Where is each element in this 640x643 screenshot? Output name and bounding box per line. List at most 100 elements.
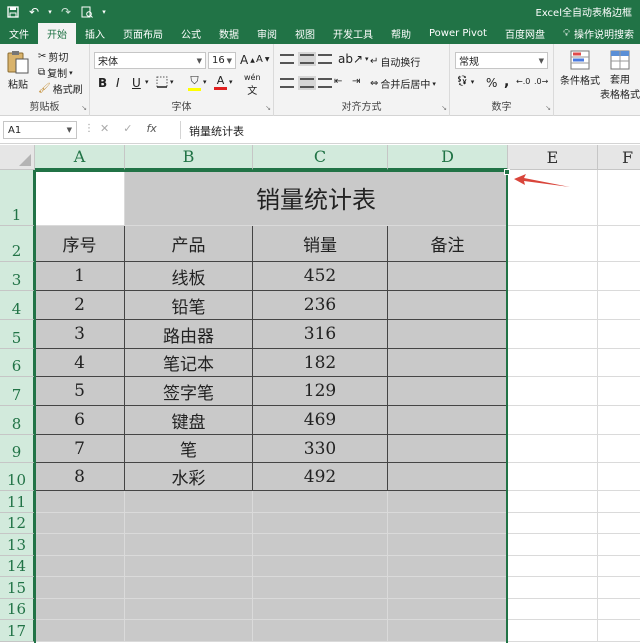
cell[interactable] [35,491,125,513]
underline-button[interactable]: U [132,76,141,90]
tab-baidu-netdisk[interactable]: 百度网盘 [496,23,554,44]
column-header-c[interactable]: C [253,145,388,170]
table-cell[interactable] [388,262,508,291]
table-cell[interactable] [388,377,508,406]
table-cell[interactable]: 316 [253,320,388,349]
tell-me-search[interactable]: 💡︎ 操作说明搜索 [554,23,640,44]
fill-handle[interactable] [504,169,510,175]
accounting-format-button[interactable]: 💱︎ ▾ [456,76,474,87]
worksheet-grid[interactable]: A B C D E F 1 2 3 4 5 6 7 8 9 10 11 12 13 14 15 16 17 销量统计表 序号 产品… [0,145,640,643]
row-header-8[interactable]: 8 [0,406,35,435]
row-header-12[interactable]: 12 [0,513,35,534]
cell[interactable] [388,556,508,577]
paste-button[interactable]: 粘贴 [6,49,30,91]
undo-icon[interactable]: ↶ [25,3,43,20]
formula-input[interactable]: 销量统计表 [180,121,640,139]
cell[interactable] [253,599,388,620]
tab-power-pivot[interactable]: Power Pivot [420,23,496,44]
table-header-cell[interactable]: 销量 [253,226,388,262]
cell[interactable] [388,577,508,599]
cell[interactable] [598,377,640,406]
table-cell[interactable]: 1 [35,262,125,291]
cell[interactable] [598,262,640,291]
increase-indent-button[interactable]: ⇥ [352,76,360,87]
table-cell[interactable]: 线板 [125,262,253,291]
row-header-7[interactable]: 7 [0,377,35,406]
cell[interactable] [598,491,640,513]
table-cell[interactable]: 笔 [125,435,253,463]
customize-qat-icon[interactable]: ▾ [99,3,109,20]
undo-dropdown-icon[interactable]: ▾ [46,3,54,20]
table-cell[interactable]: 236 [253,291,388,320]
merge-center-button[interactable]: ⇔ 合并后居中 ▾ [370,76,436,91]
comma-style-button[interactable]: , [504,74,509,90]
copy-button[interactable]: ⧉ 复制 ▾ [38,65,73,80]
decrease-indent-button[interactable]: ⇤ [334,76,342,87]
format-as-table-button[interactable]: 套用 表格格式 [600,49,640,101]
increase-decimal-button[interactable]: ←.0 [516,77,530,86]
align-right-button[interactable] [318,78,332,88]
table-cell[interactable]: 469 [253,406,388,435]
table-cell[interactable] [388,406,508,435]
tab-help[interactable]: 帮助 [382,23,420,44]
cell[interactable] [508,435,598,463]
dialog-launcher-icon[interactable]: ↘ [81,104,87,112]
cell[interactable] [388,534,508,556]
save-icon[interactable] [4,3,22,20]
table-header-cell[interactable]: 产品 [125,226,253,262]
tab-formulas[interactable]: 公式 [172,23,210,44]
cell[interactable] [35,513,125,534]
bottom-align-button[interactable] [318,54,332,64]
cell[interactable] [508,320,598,349]
row-header-2[interactable]: 2 [0,226,35,262]
table-cell[interactable]: 3 [35,320,125,349]
cell[interactable] [508,513,598,534]
cell[interactable] [125,599,253,620]
table-cell[interactable] [388,435,508,463]
cell[interactable] [598,620,640,642]
table-cell[interactable] [388,291,508,320]
phonetic-button[interactable]: wén 文 [244,73,261,97]
cell[interactable] [125,491,253,513]
table-cell[interactable]: 5 [35,377,125,406]
cell[interactable] [508,599,598,620]
cell[interactable] [508,226,598,262]
cell[interactable] [253,577,388,599]
table-cell[interactable]: 492 [253,463,388,491]
dialog-launcher-icon[interactable]: ↘ [441,104,447,112]
tab-insert[interactable]: 插入 [76,23,114,44]
underline-dropdown-icon[interactable]: ▾ [145,78,149,86]
cell[interactable] [598,406,640,435]
cell[interactable] [508,406,598,435]
row-header-10[interactable]: 10 [0,463,35,491]
borders-button[interactable]: ▾ [156,76,174,88]
cell[interactable] [598,291,640,320]
bold-button[interactable]: B [98,76,107,90]
cell[interactable] [508,556,598,577]
row-header-5[interactable]: 5 [0,320,35,349]
cancel-icon[interactable]: ✕ [100,122,109,135]
table-cell[interactable]: 7 [35,435,125,463]
row-header-1[interactable]: 1 [0,170,35,226]
fill-color-button[interactable]: ⛉ [188,74,201,91]
orientation-button[interactable]: ab↗ ▾ [338,52,369,66]
tab-developer[interactable]: 开发工具 [324,23,382,44]
row-header-11[interactable]: 11 [0,491,35,513]
cell[interactable] [508,463,598,491]
table-cell[interactable]: 6 [35,406,125,435]
resize-handle-icon[interactable]: ⋮ [84,123,94,134]
insert-function-icon[interactable]: fx [146,122,156,135]
cell[interactable] [35,599,125,620]
column-header-e[interactable]: E [508,145,598,170]
sheet-title-cell[interactable]: 销量统计表 [125,170,508,226]
row-header-3[interactable]: 3 [0,262,35,291]
number-format-select[interactable]: 常规 ▼ [455,52,548,69]
format-painter-button[interactable]: 🖌︎ 格式刷 [38,81,83,96]
cell[interactable] [598,226,640,262]
table-cell[interactable]: 8 [35,463,125,491]
cell[interactable] [508,377,598,406]
conditional-formatting-button[interactable]: 条件格式 [560,49,600,87]
row-header-17[interactable]: 17 [0,620,35,642]
row-header-15[interactable]: 15 [0,577,35,599]
cell[interactable] [388,513,508,534]
